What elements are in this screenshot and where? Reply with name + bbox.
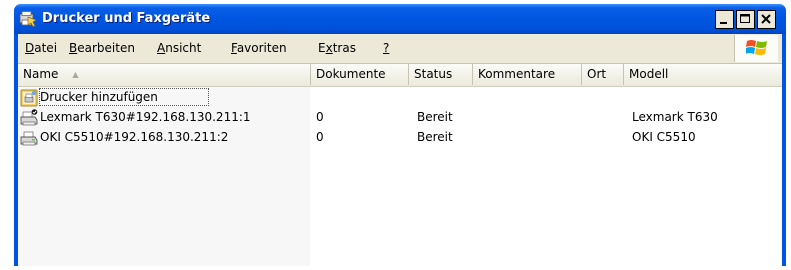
menu-bar: Datei Bearbeiten Ansicht Favoriten Extra… [18,34,782,64]
close-button[interactable] [757,10,776,29]
window-title: Drucker und Faxgeräte [42,11,211,26]
column-header-ort[interactable]: Ort [582,64,624,85]
column-header-modell[interactable]: Modell [624,64,782,85]
column-header-status[interactable]: Status [409,64,473,85]
status-cell: Bereit [417,110,453,124]
list-item[interactable]: Drucker hinzufügen [18,88,782,108]
documents-cell: 0 [316,110,324,124]
default-printer-icon [20,109,38,127]
printers-folder-icon [19,11,37,27]
documents-cell: 0 [316,130,324,144]
printer-name: Lexmark T630#192.168.130.211:1 [40,110,251,124]
list-header: Name ▲ Dokumente Status Kommentare Ort Mo… [18,64,782,87]
column-header-kommentare[interactable]: Kommentare [473,64,582,85]
menu-datei[interactable]: Datei [25,41,57,55]
status-cell: Bereit [417,130,453,144]
menu-extras[interactable]: Extras [318,41,356,55]
menu-ansicht[interactable]: Ansicht [157,41,201,55]
printer-name: Drucker hinzufügen [40,90,158,104]
explorer-window: Drucker und Faxgeräte Datei Bearbeiten A… [14,4,786,266]
column-header-name[interactable]: Name ▲ [18,64,311,85]
add-printer-icon [20,89,38,107]
printer-name: OKI C5510#192.168.130.211:2 [40,130,229,144]
printer-icon [20,129,38,147]
sort-ascending-icon: ▲ [72,70,79,79]
title-bar[interactable]: Drucker und Faxgeräte [14,4,786,34]
menu-help[interactable]: ? [383,41,389,55]
maximize-button[interactable] [736,10,755,29]
windows-logo-icon [734,35,778,62]
menu-favoriten[interactable]: Favoriten [231,41,287,55]
printer-list-view[interactable]: Name ▲ Dokumente Status Kommentare Ort Mo… [18,64,782,266]
menu-bearbeiten[interactable]: Bearbeiten [69,41,135,55]
list-item[interactable]: Lexmark T630#192.168.130.211:1 0 Bereit … [18,108,782,128]
column-header-dokumente[interactable]: Dokumente [311,64,409,85]
minimize-button[interactable] [715,10,734,29]
model-cell: Lexmark T630 [632,110,718,124]
list-item[interactable]: OKI C5510#192.168.130.211:2 0 Bereit OKI… [18,128,782,148]
model-cell: OKI C5510 [632,130,696,144]
